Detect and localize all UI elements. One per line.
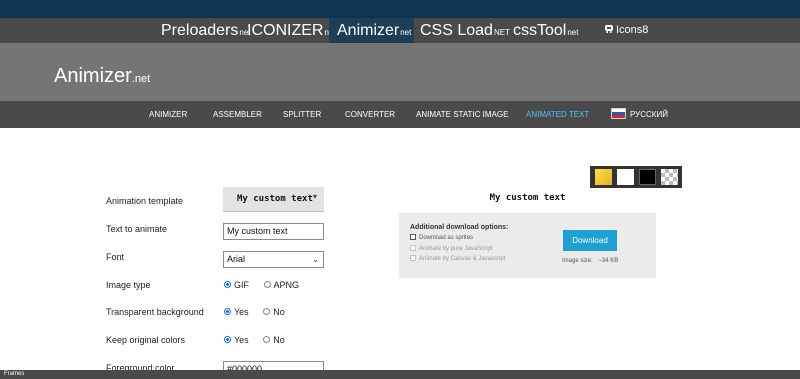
nav-item-animizer[interactable]: ANIMIZER: [149, 101, 187, 128]
russian-flag-icon: [611, 108, 626, 120]
top-strip: [0, 0, 800, 18]
nav-item-animated-text[interactable]: ANIMATED TEXT: [526, 101, 589, 128]
site-link-label: CSS Load: [420, 22, 493, 39]
transparent-option-no[interactable]: No: [263, 307, 285, 317]
option-label: Animate by Canvas & Javascript: [419, 256, 506, 263]
checkbox: [410, 245, 416, 251]
frames-label[interactable]: Frames: [4, 370, 24, 379]
logo-suffix: .net: [131, 73, 151, 85]
site-link-label: Animizer: [337, 22, 400, 39]
transparent-radios: Yes No: [224, 307, 297, 317]
animate-by-canvas-option: Animate by Canvas & Javascript: [410, 255, 506, 263]
download-options-title: Additional download options:: [410, 224, 509, 231]
image-type-option-apng[interactable]: APNG: [263, 280, 300, 290]
swatch-yellow[interactable]: [595, 169, 612, 185]
checkbox[interactable]: [410, 234, 416, 240]
radio-button[interactable]: [263, 281, 271, 289]
site-logo[interactable]: Animizer.net: [54, 65, 150, 88]
site-link-iconizer[interactable]: ICONIZERnet: [247, 18, 336, 43]
image-size-info: Image size: ~34 KB: [562, 258, 618, 264]
site-link-label: cssTool: [513, 22, 567, 39]
font-select-value: Arial: [227, 254, 246, 264]
keep-original-colors-label: Keep original colors: [106, 335, 186, 345]
keep-colors-option-yes[interactable]: Yes: [224, 335, 249, 345]
site-link-label: ICONIZER: [247, 22, 324, 39]
option-label: Yes: [234, 307, 249, 317]
radio-button[interactable]: [224, 281, 231, 289]
site-link-label: Preloaders: [161, 22, 239, 39]
checkbox: [410, 255, 416, 261]
site-link-icons8[interactable]: Icons8: [604, 18, 648, 43]
bottom-bar: Frames: [0, 370, 800, 379]
site-header: Animizer.net: [0, 43, 800, 101]
animation-preview: My custom text: [489, 193, 566, 203]
animate-by-js-option: Animate by pure JavaScript: [410, 245, 493, 253]
site-link-animizer[interactable]: Animizernet: [329, 18, 414, 43]
font-select[interactable]: Arial ⌄: [223, 251, 324, 268]
site-link-cssload[interactable]: CSS LoadNET: [420, 18, 510, 43]
site-link-suffix: NET: [493, 28, 510, 37]
option-label: No: [273, 307, 285, 317]
sites-bar: Preloadersnet ICONIZERnet Animizernet CS…: [0, 18, 800, 43]
radio-button[interactable]: [263, 336, 271, 344]
swatch-transparent[interactable]: [661, 169, 678, 185]
font-label: Font: [106, 252, 125, 262]
option-label: No: [273, 335, 285, 345]
icons8-icon: [605, 25, 613, 34]
text-to-animate-input[interactable]: My custom text: [223, 223, 324, 240]
image-size-value: ~34 KB: [598, 258, 619, 264]
download-button[interactable]: Download: [563, 230, 617, 251]
animation-template-value: My custom text: [237, 194, 313, 204]
site-link-suffix: net: [567, 28, 579, 37]
animation-template-label: Animation template: [106, 196, 184, 206]
download-as-sprites-option[interactable]: Download as sprites: [410, 234, 474, 242]
keep-colors-radios: Yes No: [224, 335, 297, 345]
logo-text: Animizer: [54, 65, 132, 87]
download-panel: Additional download options: Download as…: [399, 213, 656, 278]
swatch-black[interactable]: [639, 169, 656, 185]
option-label: Yes: [234, 335, 249, 345]
nav-item-splitter[interactable]: SPLITTER: [283, 101, 321, 128]
site-link-label: Icons8: [616, 24, 649, 36]
site-link-csstool[interactable]: cssToolnet: [513, 18, 578, 43]
radio-button[interactable]: [224, 308, 231, 316]
image-type-radios: GIF APNG: [224, 280, 311, 290]
option-label: APNG: [273, 280, 300, 290]
chevron-down-icon: ⌄: [312, 255, 319, 264]
image-type-label: Image type: [106, 280, 151, 290]
radio-button[interactable]: [263, 308, 271, 316]
image-size-label: Image size:: [562, 258, 593, 264]
site-link-suffix: net: [400, 28, 412, 37]
transparent-background-label: Transparent background: [106, 307, 204, 317]
option-label: GIF: [234, 280, 249, 290]
radio-button[interactable]: [224, 336, 231, 344]
background-swatches: [590, 166, 682, 188]
nav-item-label: РУССКИЙ: [630, 110, 668, 119]
chevron-down-icon: ▾: [312, 192, 317, 201]
nav-item-assembler[interactable]: ASSEMBLER: [213, 101, 262, 128]
main-nav: ANIMIZER ASSEMBLER SPLITTER CONVERTER AN…: [0, 101, 800, 128]
transparent-option-yes[interactable]: Yes: [224, 307, 249, 317]
nav-item-converter[interactable]: CONVERTER: [345, 101, 395, 128]
nav-item-animate-static-image[interactable]: ANIMATE STATIC IMAGE: [416, 101, 508, 128]
option-label: Animate by pure JavaScript: [419, 246, 493, 253]
nav-item-russian[interactable]: РУССКИЙ: [611, 101, 668, 128]
animation-template-dropdown[interactable]: My custom text ▾: [223, 187, 324, 212]
image-type-option-gif[interactable]: GIF: [224, 280, 249, 290]
site-link-preloaders[interactable]: Preloadersnet: [161, 18, 251, 43]
keep-colors-option-no[interactable]: No: [263, 335, 285, 345]
text-to-animate-label: Text to animate: [106, 224, 168, 234]
swatch-white[interactable]: [617, 169, 634, 185]
option-label: Download as sprites: [419, 235, 474, 242]
